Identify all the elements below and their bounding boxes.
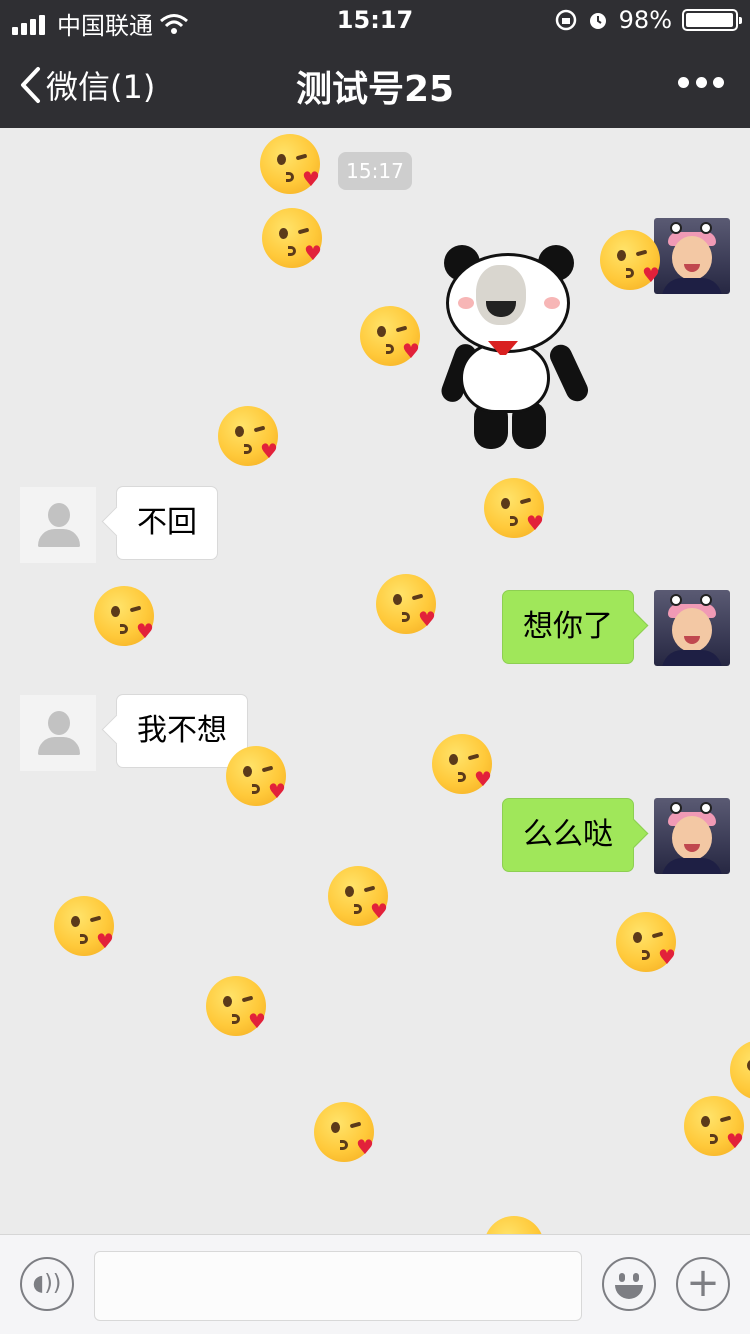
message-bubble-received[interactable]: 我不想 <box>116 694 248 768</box>
message-text: 么么哒 <box>523 817 613 852</box>
battery-percent: 98% <box>618 6 672 34</box>
contact-avatar[interactable] <box>20 487 96 563</box>
voice-icon[interactable]: ◖)) <box>20 1257 74 1311</box>
chat-area[interactable]: 15:17 不回 想你了 我不想 么么哒 ♥ ♥ ♥ ♥ ♥ ♥ ♥ ♥ ♥ ♥… <box>0 128 750 1234</box>
kissing-face-with-heart-emoji: ♥ <box>484 1216 544 1234</box>
kissing-face-with-heart-emoji: ♥ <box>432 734 492 794</box>
kissing-face-with-heart-emoji: ♥ <box>218 406 278 466</box>
more-icon[interactable] <box>678 70 724 94</box>
status-right: 98% <box>555 6 742 34</box>
my-avatar[interactable] <box>654 218 730 294</box>
kissing-face-with-heart-emoji: ♥ <box>360 306 420 366</box>
kissing-face-with-heart-emoji: ♥ <box>54 896 114 956</box>
kissing-face-with-heart-emoji: ♥ <box>376 574 436 634</box>
input-bar: ◖)) + <box>0 1234 750 1334</box>
battery-icon <box>682 9 742 31</box>
battery-fill <box>686 13 733 27</box>
message-bubble-received[interactable]: 不回 <box>116 486 218 560</box>
kissing-face-with-heart-emoji: ♥ <box>206 976 266 1036</box>
back-button[interactable]: 微信(1) <box>18 62 155 108</box>
kissing-face-with-heart-emoji: ♥ <box>260 134 320 194</box>
kissing-face-with-heart-emoji: ♥ <box>94 586 154 646</box>
message-input[interactable] <box>94 1251 582 1321</box>
plus-icon[interactable]: + <box>676 1257 730 1311</box>
kissing-face-with-heart-emoji: ♥ <box>616 912 676 972</box>
alarm-icon <box>589 13 606 29</box>
message-text: 不回 <box>137 505 197 540</box>
timestamp-badge: 15:17 <box>338 152 412 190</box>
message-text: 我不想 <box>137 713 227 748</box>
chevron-left-icon <box>21 67 40 103</box>
contact-avatar[interactable] <box>20 695 96 771</box>
message-bubble-sent[interactable]: 么么哒 <box>502 798 634 872</box>
message-text: 想你了 <box>523 609 613 644</box>
back-label: 微信(1) <box>46 68 156 106</box>
panda-sticker[interactable] <box>438 243 592 453</box>
my-avatar[interactable] <box>654 590 730 666</box>
status-bar: 中国联通 15:17 98% <box>0 0 750 40</box>
my-avatar[interactable] <box>654 798 730 874</box>
kissing-face-with-heart-emoji: ♥ <box>314 1102 374 1162</box>
kissing-face-with-heart-emoji: ♥ <box>226 746 286 806</box>
emoji-icon[interactable] <box>602 1257 656 1311</box>
kissing-face-with-heart-emoji: ♥ <box>600 230 660 290</box>
orientation-lock-icon <box>555 9 576 31</box>
kissing-face-with-heart-emoji: ♥ <box>484 478 544 538</box>
kissing-face-with-heart-emoji: ♥ <box>730 1040 750 1100</box>
kissing-face-with-heart-emoji: ♥ <box>684 1096 744 1156</box>
kissing-face-with-heart-emoji: ♥ <box>328 866 388 926</box>
message-bubble-sent[interactable]: 想你了 <box>502 590 634 664</box>
kissing-face-with-heart-emoji: ♥ <box>262 208 322 268</box>
nav-bar: 微信(1) 测试号25 <box>0 40 750 128</box>
